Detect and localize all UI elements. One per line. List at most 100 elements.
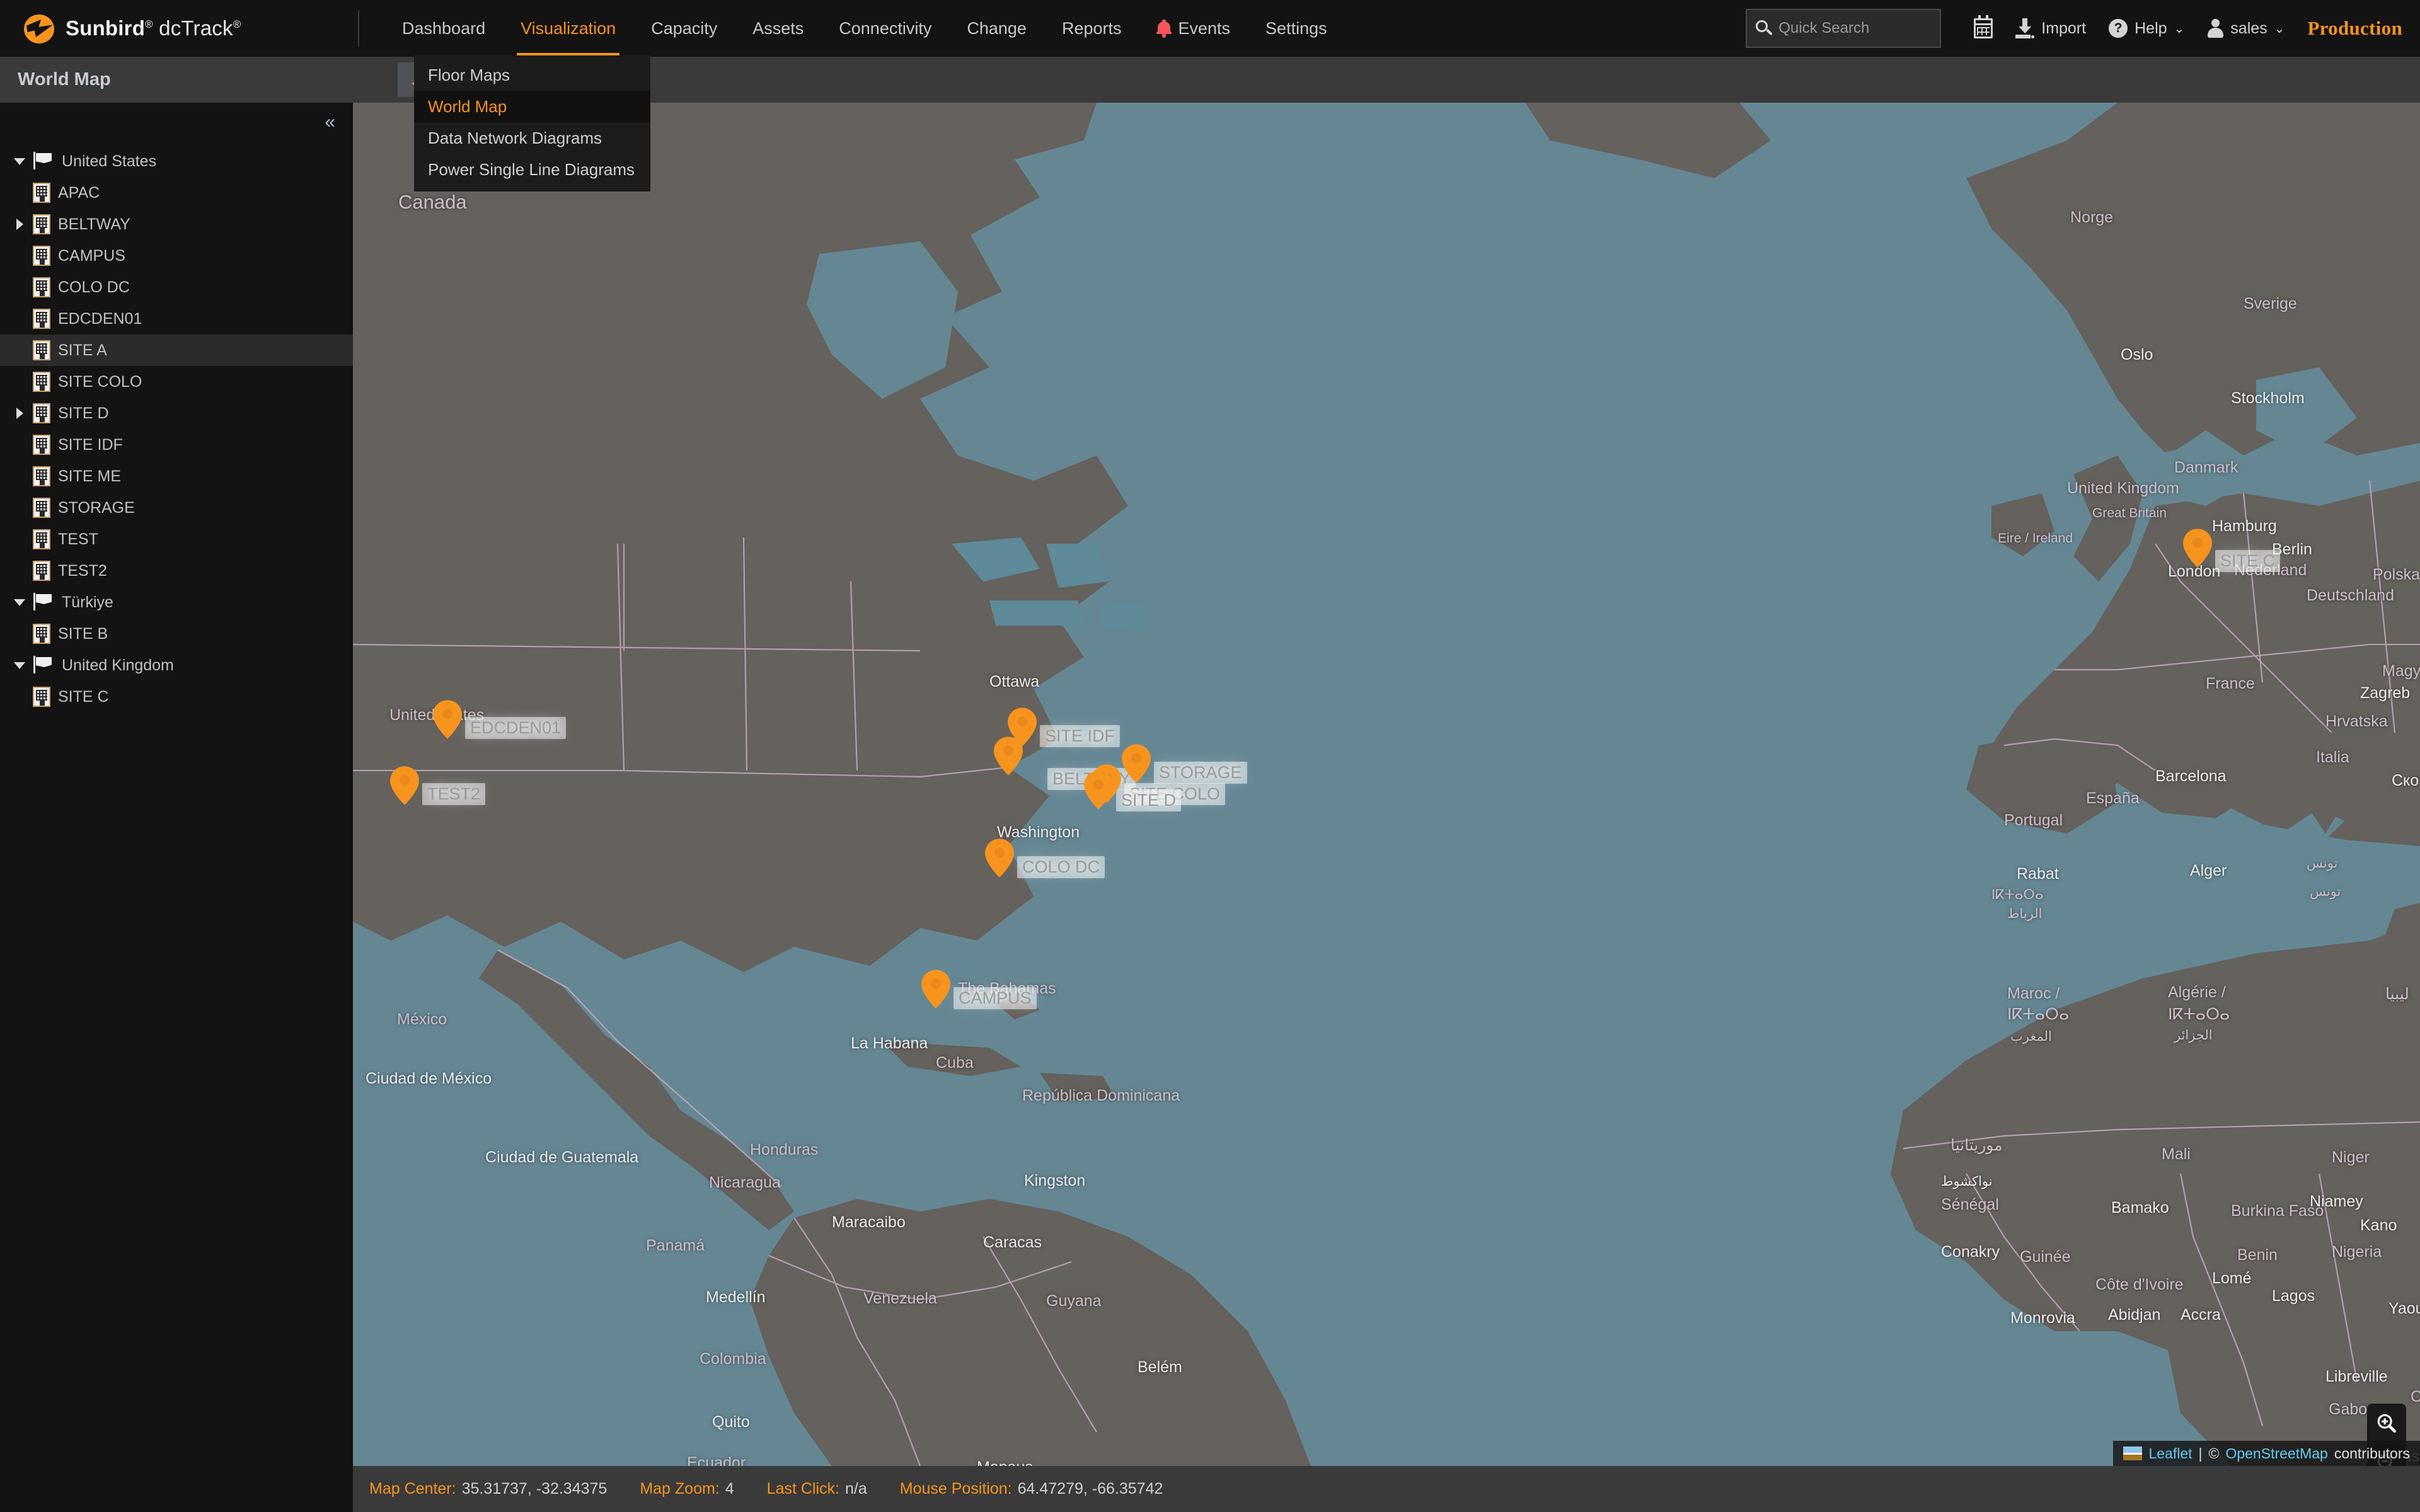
map-place-label: Sverige: [2244, 295, 2297, 312]
nav-item-connectivity[interactable]: Connectivity: [821, 0, 949, 57]
map-place-label: Kingston: [1024, 1172, 1086, 1189]
map-place-label: تونس: [2310, 885, 2341, 899]
map-place-label: Niger: [2332, 1148, 2370, 1166]
tree-item-storage[interactable]: STORAGE: [0, 492, 353, 524]
map-place-label: Honduras: [750, 1141, 819, 1159]
map-place-label: Caracas: [983, 1234, 1042, 1251]
openstreetmap-link[interactable]: OpenStreetMap: [2225, 1445, 2327, 1462]
zoom-in-button[interactable]: [2367, 1404, 2406, 1443]
tree-item-test2[interactable]: TEST2: [0, 555, 353, 587]
nav-item-visualization[interactable]: Visualization: [503, 0, 633, 57]
map-place-label: Stockholm: [2231, 389, 2305, 407]
tree-item-label: SITE ME: [58, 467, 122, 485]
brand-logo-area[interactable]: Sunbird® dcTrack®: [0, 11, 353, 46]
map-marker-pin[interactable]: [985, 839, 1014, 878]
flag-icon: [33, 152, 54, 171]
nav-item-events[interactable]: Events: [1139, 0, 1248, 57]
tree-item-site-b[interactable]: SITE B: [0, 618, 353, 650]
building-icon: [33, 246, 50, 266]
tree-expander-closed[interactable]: [6, 408, 33, 419]
sunbird-logo-icon: [21, 11, 57, 46]
quick-search-box[interactable]: [1746, 9, 1942, 48]
status-key: Map Center:: [369, 1480, 456, 1498]
tree-item-label: APAC: [58, 183, 100, 202]
tree-item-label: CAMPUS: [58, 246, 125, 265]
tree-item-colo-dc[interactable]: COLO DC: [0, 272, 353, 303]
map-place-label: ⵏⴽⵜⴰⵔⴰ: [2007, 1005, 2070, 1023]
nav-item-capacity[interactable]: Capacity: [633, 0, 735, 57]
menu-item-power-single-line-diagrams[interactable]: Power Single Line Diagrams: [414, 154, 650, 185]
tree-item-edcden01[interactable]: EDCDEN01: [0, 303, 353, 335]
tree-item-label: SITE B: [58, 624, 108, 643]
tree-item-united-states[interactable]: United States: [0, 146, 353, 177]
location-pin-icon: [1084, 770, 1113, 810]
nav-item-change[interactable]: Change: [949, 0, 1044, 57]
map-place-label: Ciudad de México: [366, 1070, 492, 1087]
calendar-button[interactable]: [1962, 15, 2004, 38]
map-place-label: Bamako: [2111, 1199, 2169, 1217]
map-place-label: República Dominicana: [1022, 1087, 1180, 1104]
tree-item-campus[interactable]: CAMPUS: [0, 240, 353, 272]
tree-item-site-idf[interactable]: SITE IDF: [0, 429, 353, 461]
flag-icon: [33, 593, 54, 612]
map-marker-pin[interactable]: [994, 736, 1023, 776]
tree-item-beltway[interactable]: BELTWAY: [0, 209, 353, 240]
import-button[interactable]: Import: [2004, 18, 2097, 38]
tree-expander-open[interactable]: [6, 662, 33, 669]
left-sidebar: « United States APAC BELTWAY CAMPUS COLO DC E…: [0, 103, 353, 1512]
tree-expander-closed[interactable]: [6, 219, 33, 230]
map-marker-label: SITE D: [1116, 789, 1182, 811]
nav-item-assets[interactable]: Assets: [735, 0, 821, 57]
tree-item-label: SITE A: [58, 341, 107, 359]
tree-item-site-c[interactable]: SITE C: [0, 681, 353, 713]
tree-item-site-me[interactable]: SITE ME: [0, 461, 353, 492]
map-marker-pin[interactable]: [921, 970, 950, 1009]
chevron-down-icon: [14, 598, 25, 606]
nav-items: Dashboard Visualization Capacity Assets …: [359, 0, 1345, 57]
tree-expander-open[interactable]: [6, 158, 33, 165]
world-map-canvas[interactable]: CanadaUnited StatesOttawaWashingtonMéxic…: [353, 103, 2420, 1466]
map-place-label: تونس: [2307, 856, 2338, 871]
map-marker-pin[interactable]: [433, 700, 462, 739]
map-place-label: Guinée: [2020, 1248, 2071, 1266]
map-place-label: Maracaibo: [832, 1213, 906, 1231]
page-title: World Map: [18, 69, 111, 89]
nav-item-reports[interactable]: Reports: [1044, 0, 1139, 57]
map-marker-pin[interactable]: [1084, 770, 1113, 810]
building-icon: [33, 498, 50, 518]
map-marker-pin[interactable]: [2183, 529, 2212, 568]
map-place-label: Quito: [712, 1413, 750, 1431]
nav-item-dashboard[interactable]: Dashboard: [384, 0, 503, 57]
application-root: Sunbird® dcTrack® Dashboard Visualizatio…: [0, 0, 2420, 1512]
map-place-label: ليبيا: [2385, 985, 2409, 1003]
tree-item-apac[interactable]: APAC: [0, 177, 353, 209]
menu-item-world-map[interactable]: World Map: [414, 91, 650, 122]
search-input[interactable]: [1778, 20, 1932, 37]
tree-item-label: Türkiye: [62, 593, 113, 611]
brand-secondary: dcTrack: [159, 16, 233, 40]
help-menu[interactable]: ? Help ⌄: [2097, 19, 2196, 38]
map-marker-label: SITE IDF: [1040, 725, 1121, 747]
tree-expander-open[interactable]: [6, 598, 33, 606]
menu-item-data-network-diagrams[interactable]: Data Network Diagrams: [414, 122, 650, 154]
user-menu[interactable]: sales ⌄: [2196, 19, 2296, 38]
tree-item-site-colo[interactable]: SITE COLO: [0, 366, 353, 398]
flag-icon: [33, 656, 54, 675]
status-last-click: Last Click: n/a: [751, 1480, 884, 1498]
tree-item-test[interactable]: TEST: [0, 524, 353, 555]
tree-item-label: EDCDEN01: [58, 309, 142, 328]
tree-item-t-rkiye[interactable]: Türkiye: [0, 587, 353, 618]
collapse-sidebar-button[interactable]: «: [325, 113, 335, 132]
nav-item-events-label: Events: [1178, 19, 1231, 38]
tree-item-site-d[interactable]: SITE D: [0, 398, 353, 429]
menu-item-floor-maps[interactable]: Floor Maps: [414, 59, 650, 91]
map-marker-pin[interactable]: [390, 766, 419, 805]
leaflet-link[interactable]: Leaflet: [2148, 1445, 2192, 1462]
tree-item-united-kingdom[interactable]: United Kingdom: [0, 650, 353, 681]
map-place-label: Alger: [2190, 862, 2227, 879]
nav-item-settings[interactable]: Settings: [1248, 0, 1345, 57]
tree-item-site-a[interactable]: SITE A: [0, 335, 353, 366]
map-marker-pin[interactable]: [1122, 744, 1151, 783]
status-value: 35.31737, -32.34375: [461, 1480, 608, 1498]
map-place-label: Monrovia: [2010, 1309, 2075, 1327]
